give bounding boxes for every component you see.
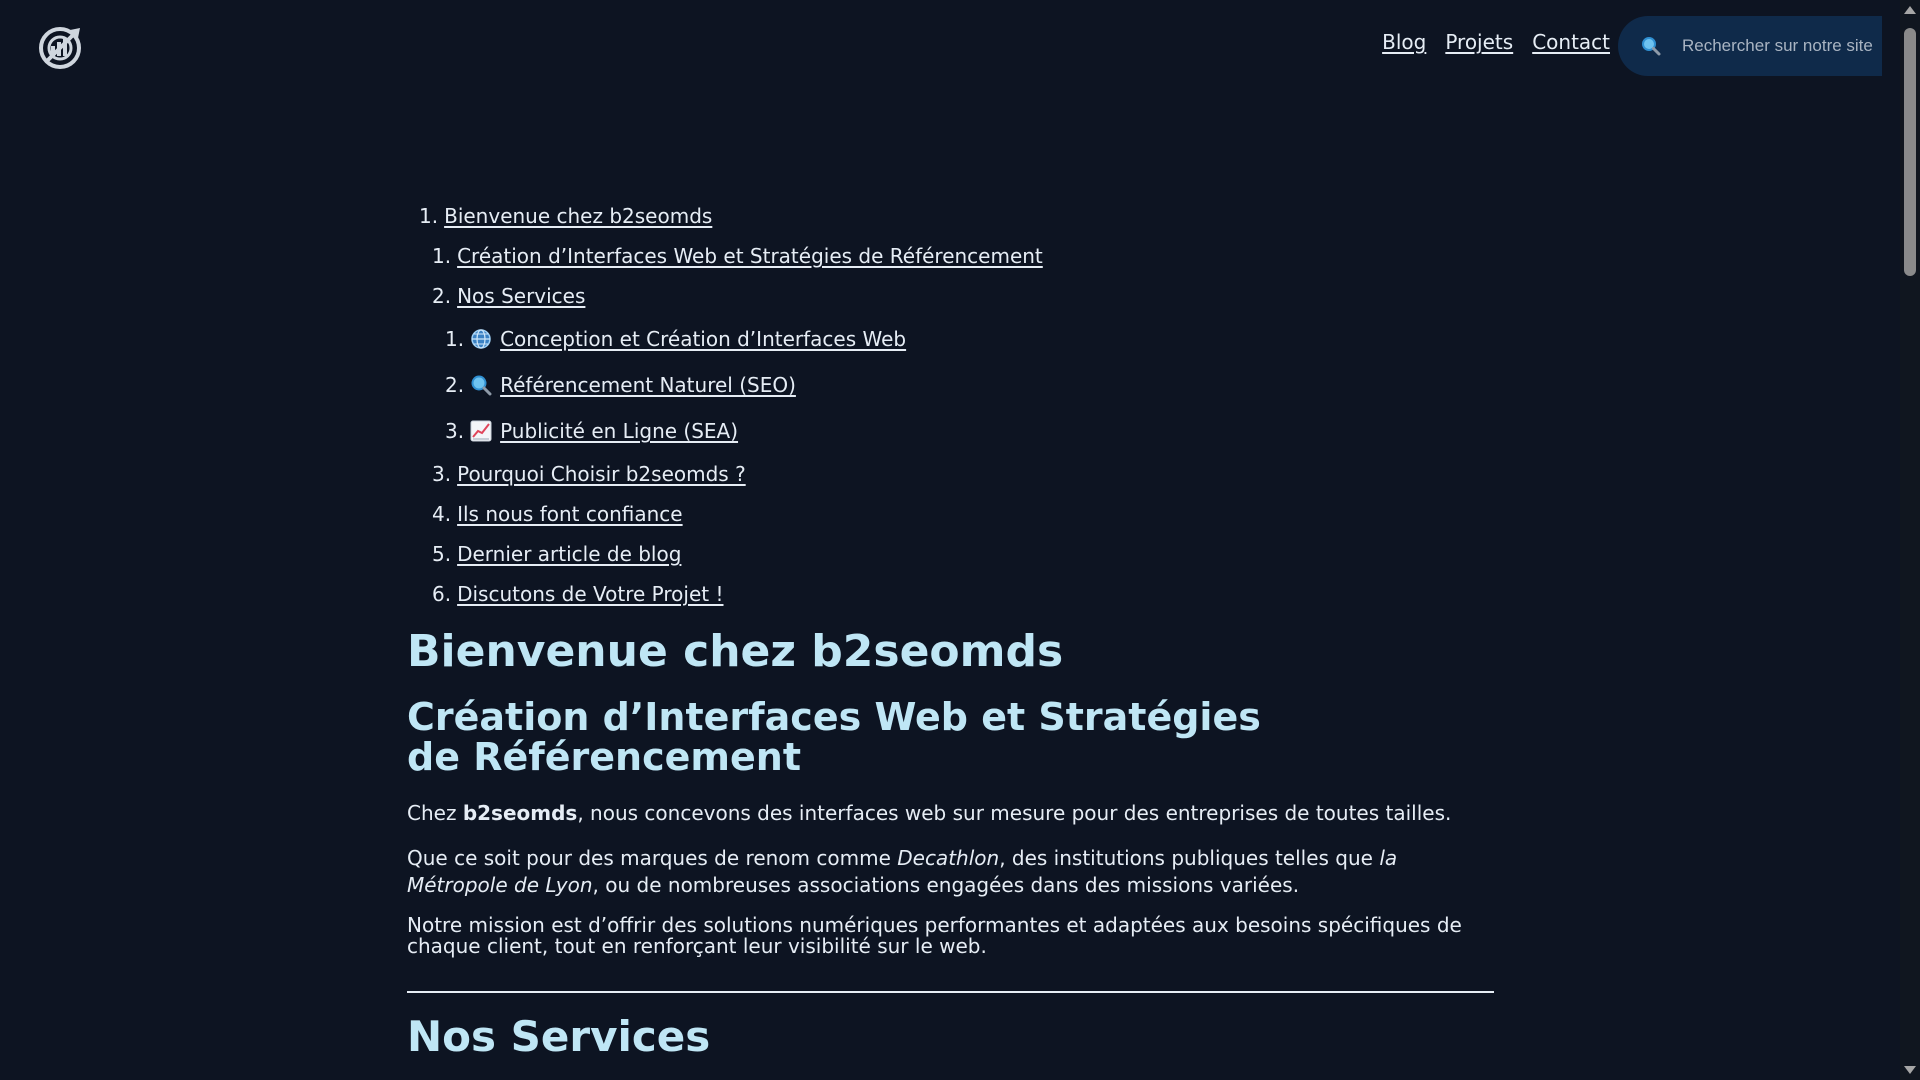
toc-link-confiance[interactable]: Ils nous font confiance [457,504,683,524]
page-subtitle: Création d’Interfaces Web et Stratégies … [407,695,1261,780]
intro-paragraph: Chez b2seomds, nous concevons des interf… [407,800,1494,827]
mission-paragraph: Notre mission est d’offrir des solutions… [407,913,1462,959]
site-header: Blog Projets Contact [0,0,1900,92]
toc-item: 6. Discutons de Votre Projet ! [407,574,1494,614]
search-input[interactable] [1680,35,1884,57]
scroll-thumb[interactable] [1904,28,1916,276]
toc-link-creation[interactable]: Création d’Interfaces Web et Stratégies … [457,246,1043,266]
clients-text-c: , ou de nombreuses associations engagées… [592,873,1300,898]
toc-number: 2. [445,373,465,397]
search-icon [1640,35,1662,57]
toc-link-label: Conception et Création d’Interfaces Web [500,327,907,351]
page: Blog Projets Contact 1. Bienvenue chez b… [0,0,1920,1080]
toc-number: 3. [445,419,465,443]
toc-item: 2. Référencement Naturel (SEO) [407,362,1494,408]
toc-number: 1. [432,244,452,268]
intro-suffix: , nous concevons des interfaces web sur … [577,801,1452,826]
toc-link-seo[interactable]: Référencement Naturel (SEO) [470,374,796,396]
clients-paragraph: Que ce soit pour des marques de renom co… [407,845,1494,899]
toc-link-conception[interactable]: Conception et Création d’Interfaces Web [470,328,906,350]
intro-prefix: Chez [407,801,463,826]
toc-item: 1. Bienvenue chez b2seomds [407,196,1494,236]
site-logo[interactable] [36,24,84,72]
client-decathlon: Decathlon [897,846,1000,871]
toc-link-label: Publicité en Ligne (SEA) [500,419,739,443]
nav-link-projets[interactable]: Projets [1445,30,1513,54]
globe-icon [470,328,492,350]
nav-link-contact[interactable]: Contact [1532,30,1610,54]
clients-text-a: Que ce soit pour des marques de renom co… [407,846,898,871]
toc-link-sea[interactable]: Publicité en Ligne (SEA) [470,420,738,442]
toc-link-pourquoi[interactable]: Pourquoi Choisir b2seomds ? [457,464,746,484]
table-of-contents: 1. Bienvenue chez b2seomds 1. Création d… [407,196,1494,614]
brand-name: b2seomds [462,801,578,826]
toc-number: 1. [419,204,439,228]
toc-number: 2. [432,284,452,308]
scroll-up-arrow[interactable] [1904,6,1916,14]
toc-item: 4. Ils nous font confiance [407,494,1494,534]
nav-link-blog[interactable]: Blog [1382,30,1426,54]
toc-number: 4. [432,502,452,526]
logo-icon [39,27,81,69]
section-divider [407,991,1494,994]
toc-number: 1. [445,327,465,351]
main-content: 1. Bienvenue chez b2seomds 1. Création d… [407,196,1494,1059]
toc-link-blog[interactable]: Dernier article de blog [457,544,681,564]
toc-item: 3. Pourquoi Choisir b2seomds ? [407,454,1494,494]
toc-link-bienvenue[interactable]: Bienvenue chez b2seomds [444,206,712,226]
page-title: Bienvenue chez b2seomds [407,626,1064,677]
toc-link-nos-services[interactable]: Nos Services [457,286,585,306]
scroll-down-arrow[interactable] [1904,1066,1916,1074]
toc-link-label: Référencement Naturel (SEO) [500,373,796,397]
toc-item: 2. Nos Services [407,276,1494,316]
chart-up-icon [470,420,492,442]
magnifier-icon [470,374,492,396]
section-title-services: Nos Services [407,1012,711,1062]
scrollbar[interactable] [1900,0,1920,1080]
toc-item: 1. Création d’Interfaces Web et Stratégi… [407,236,1494,276]
toc-link-projet[interactable]: Discutons de Votre Projet ! [457,584,723,604]
toc-item: 1. Conception et Création d’Interfaces W… [407,316,1494,362]
toc-number: 6. [432,582,452,606]
clients-text-b: , des institutions publiques telles que [999,846,1380,871]
toc-number: 3. [432,462,452,486]
main-nav: Blog Projets Contact [1382,30,1610,54]
search-box[interactable] [1618,16,1884,76]
toc-item: 5. Dernier article de blog [407,534,1494,574]
toc-item: 3. Publicité en Ligne (SEA) [407,408,1494,454]
toc-number: 5. [432,542,452,566]
